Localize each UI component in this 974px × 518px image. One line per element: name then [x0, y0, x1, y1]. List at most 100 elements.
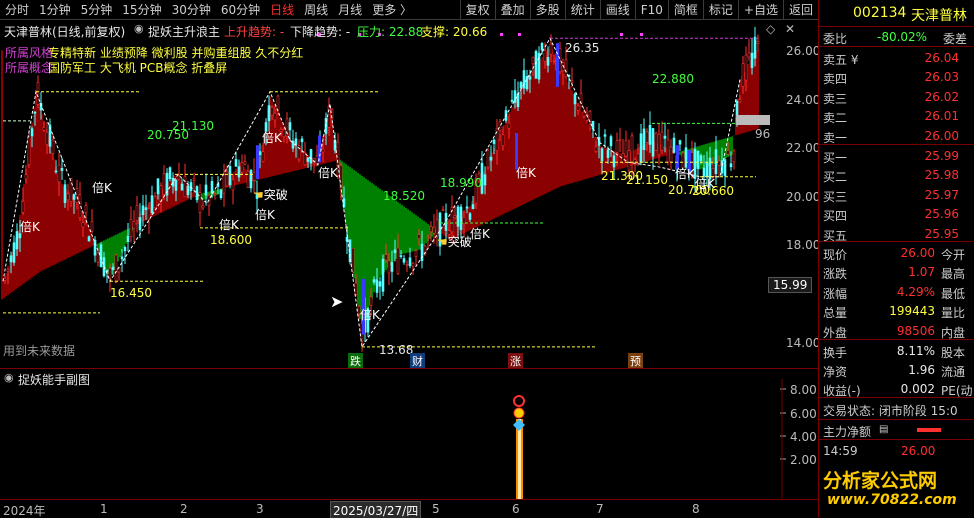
- period-tab[interactable]: 周线: [299, 0, 333, 20]
- panel-row: 卖五 ¥ 26.04: [819, 48, 974, 68]
- sub-tick: 6.00: [790, 407, 817, 421]
- sub-chart-title[interactable]: 捉妖能手副图: [18, 371, 90, 388]
- candle-body: [756, 41, 760, 44]
- diamond-icon[interactable]: ◇: [766, 22, 775, 36]
- period-tab[interactable]: 日线: [265, 0, 299, 20]
- candle-body: [501, 134, 505, 147]
- candle-body: [75, 188, 79, 203]
- price-highlight: [736, 115, 770, 125]
- period-tab[interactable]: 15分钟: [117, 0, 166, 20]
- stat-extra: 流通: [941, 365, 966, 379]
- candle-body: [201, 205, 205, 209]
- toolbar-button[interactable]: +自选: [737, 0, 783, 20]
- quote-value: 26.00: [900, 246, 935, 260]
- panel-row: 买五 25.95: [819, 224, 974, 244]
- candle-body: [627, 150, 631, 171]
- candle-body: [609, 136, 613, 147]
- candle-body: [750, 52, 754, 68]
- signal-butterfly: [513, 419, 525, 431]
- beik-marker: 倍K: [318, 166, 338, 180]
- candle-body: [81, 222, 85, 228]
- quote-value: 1.07: [908, 265, 935, 280]
- candle-body: [72, 194, 76, 200]
- period-tab[interactable]: 月线: [333, 0, 367, 20]
- candle-body: [669, 146, 673, 163]
- kline-chart[interactable]: 天津普林(日线,前复权) ◉ 捉妖主升浪主 上升趋势: - 下降趋势: - 压力…: [0, 20, 821, 369]
- toolbar-button[interactable]: F10: [634, 0, 668, 20]
- toolbar-button[interactable]: 画线: [599, 0, 635, 20]
- watermark-url: www.70822.com: [827, 492, 957, 508]
- beik-marker: 倍K: [516, 166, 536, 180]
- sub-chart[interactable]: ◉ 捉妖能手副图 8.00 6.00 4.00 2.00 2024年 1 2 3…: [0, 368, 818, 518]
- candle-body: [402, 258, 406, 263]
- level-label: 16.450: [110, 286, 152, 300]
- sub-chart-canvas[interactable]: [0, 369, 818, 518]
- eye-icon[interactable]: ◉: [134, 22, 144, 35]
- candle-body: [534, 50, 538, 79]
- candle-body: [237, 166, 241, 178]
- price-tick: 26.00: [786, 44, 821, 58]
- quote-extra: 内盘: [941, 325, 966, 340]
- candle-body: [195, 186, 199, 201]
- event-tag[interactable]: 跌: [348, 353, 363, 369]
- candle-body: [720, 160, 724, 174]
- level-label: 20.750: [147, 128, 189, 142]
- period-tab[interactable]: 1分钟: [34, 0, 76, 20]
- toolbar-button[interactable]: 简框: [667, 0, 703, 20]
- toolbar-button[interactable]: 叠加: [494, 0, 530, 20]
- sub-tick: 4.00: [790, 430, 817, 444]
- ask-label: 卖四: [823, 72, 848, 87]
- event-tag[interactable]: 预: [628, 353, 643, 369]
- toolbar-button[interactable]: 统计: [564, 0, 600, 20]
- toolbar-button[interactable]: 标记: [702, 0, 738, 20]
- toolbar-button[interactable]: 复权: [459, 0, 495, 20]
- period-tab[interactable]: 分时: [0, 0, 34, 20]
- list-icon[interactable]: ▤: [879, 424, 888, 435]
- future-data-note: 用到未来数据: [3, 344, 76, 358]
- candle-body: [87, 236, 91, 242]
- period-tab[interactable]: 60分钟: [216, 0, 265, 20]
- hand-icon: ☚: [253, 188, 264, 202]
- candle-body: [123, 246, 127, 252]
- candle-body: [528, 76, 532, 80]
- toolbar-button[interactable]: 返回: [782, 0, 818, 20]
- event-tag[interactable]: 财: [410, 353, 425, 369]
- close-icon[interactable]: ✕: [785, 22, 795, 36]
- candle-body: [306, 157, 310, 162]
- toolbar-button[interactable]: 多股: [529, 0, 565, 20]
- stock-code: 002134: [853, 5, 907, 21]
- candle-body: [657, 133, 661, 155]
- weicha-label: 委差: [943, 32, 968, 46]
- panel-row: 现价 26.00 今开: [819, 243, 974, 263]
- candle-body: [354, 282, 358, 295]
- period-tab[interactable]: 5分钟: [76, 0, 118, 20]
- candle-body: [732, 150, 736, 163]
- candle-body: [231, 179, 235, 191]
- period-tab[interactable]: 更多 〉: [367, 0, 417, 20]
- quote-extra: 今开: [941, 248, 966, 262]
- candle-body: [114, 254, 118, 283]
- quote-label: 现价: [823, 248, 848, 262]
- eye-icon[interactable]: ◉: [4, 371, 14, 384]
- period-tab[interactable]: 30分钟: [167, 0, 216, 20]
- level-label: 26.35: [565, 41, 600, 55]
- date-tick: 2: [180, 502, 188, 516]
- panel-row: 买一 25.99: [819, 146, 974, 166]
- candle-body: [465, 206, 469, 209]
- candle-body: [351, 247, 355, 273]
- candle-body: [489, 156, 493, 161]
- indicator-name[interactable]: 捉妖主升浪主: [148, 23, 220, 40]
- logo-flower-icon: [818, 463, 819, 507]
- candle-body: [579, 93, 583, 108]
- event-tag[interactable]: 涨: [508, 353, 523, 369]
- beik-marker: 倍K: [695, 177, 715, 191]
- breakout-marker: ☚突破: [253, 186, 288, 203]
- main-flow-label[interactable]: 主力净额: [823, 423, 871, 440]
- signal-bar: [318, 135, 321, 163]
- candle-body: [69, 177, 73, 203]
- candle-body: [540, 43, 544, 51]
- quote-label: 外盘: [823, 325, 848, 340]
- candle-body: [222, 174, 226, 194]
- candle-body: [36, 82, 40, 105]
- weibi-label: 委比: [823, 32, 848, 46]
